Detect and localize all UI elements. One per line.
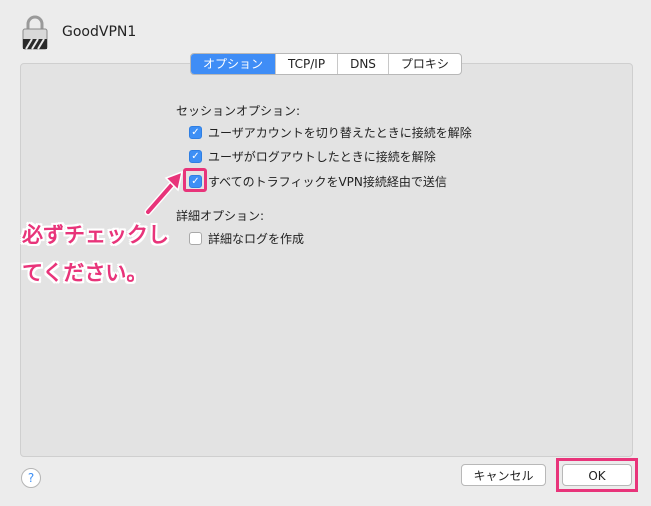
help-button[interactable]: ?: [21, 468, 41, 488]
tab-bar: オプション TCP/IP DNS プロキシ: [190, 53, 462, 75]
advanced-options-title: 詳細オプション:: [176, 209, 265, 223]
lock-icon: [20, 13, 50, 51]
annotation-line-1: 必ずチェックし: [22, 223, 169, 247]
tab-options[interactable]: オプション: [191, 54, 277, 74]
annotation-line-2: てください。: [22, 261, 148, 285]
cancel-button[interactable]: キャンセル: [461, 464, 546, 486]
option-verbose-log[interactable]: 詳細なログを作成: [189, 230, 304, 247]
option-send-all-traffic[interactable]: ✓ すべてのトラフィックをVPN接続経由で送信: [189, 173, 447, 190]
option-label: ユーザアカウントを切り替えたときに接続を解除: [208, 126, 472, 140]
tab-tcpip[interactable]: TCP/IP: [276, 54, 339, 74]
checkbox-checked-icon[interactable]: ✓: [189, 126, 202, 139]
option-label: すべてのトラフィックをVPN接続経由で送信: [208, 175, 447, 189]
ok-button-highlight: [556, 458, 638, 492]
option-disconnect-on-switch[interactable]: ✓ ユーザアカウントを切り替えたときに接続を解除: [189, 124, 472, 141]
tab-dns[interactable]: DNS: [338, 54, 389, 74]
window-header: GoodVPN1: [20, 12, 136, 52]
option-disconnect-on-logout[interactable]: ✓ ユーザがログアウトしたときに接続を解除: [189, 148, 436, 165]
window-title: GoodVPN1: [62, 24, 137, 40]
checkbox-unchecked-icon[interactable]: [189, 232, 202, 245]
option-label: ユーザがログアウトしたときに接続を解除: [208, 150, 436, 164]
option-label: 詳細なログを作成: [208, 232, 305, 246]
annotation-text: 必ずチェックし てください。: [22, 216, 169, 292]
session-options-title: セッションオプション:: [176, 104, 301, 118]
tab-proxy[interactable]: プロキシ: [389, 54, 461, 74]
annotation-arrow-icon: [144, 170, 184, 216]
checkbox-checked-icon[interactable]: ✓: [189, 150, 202, 163]
